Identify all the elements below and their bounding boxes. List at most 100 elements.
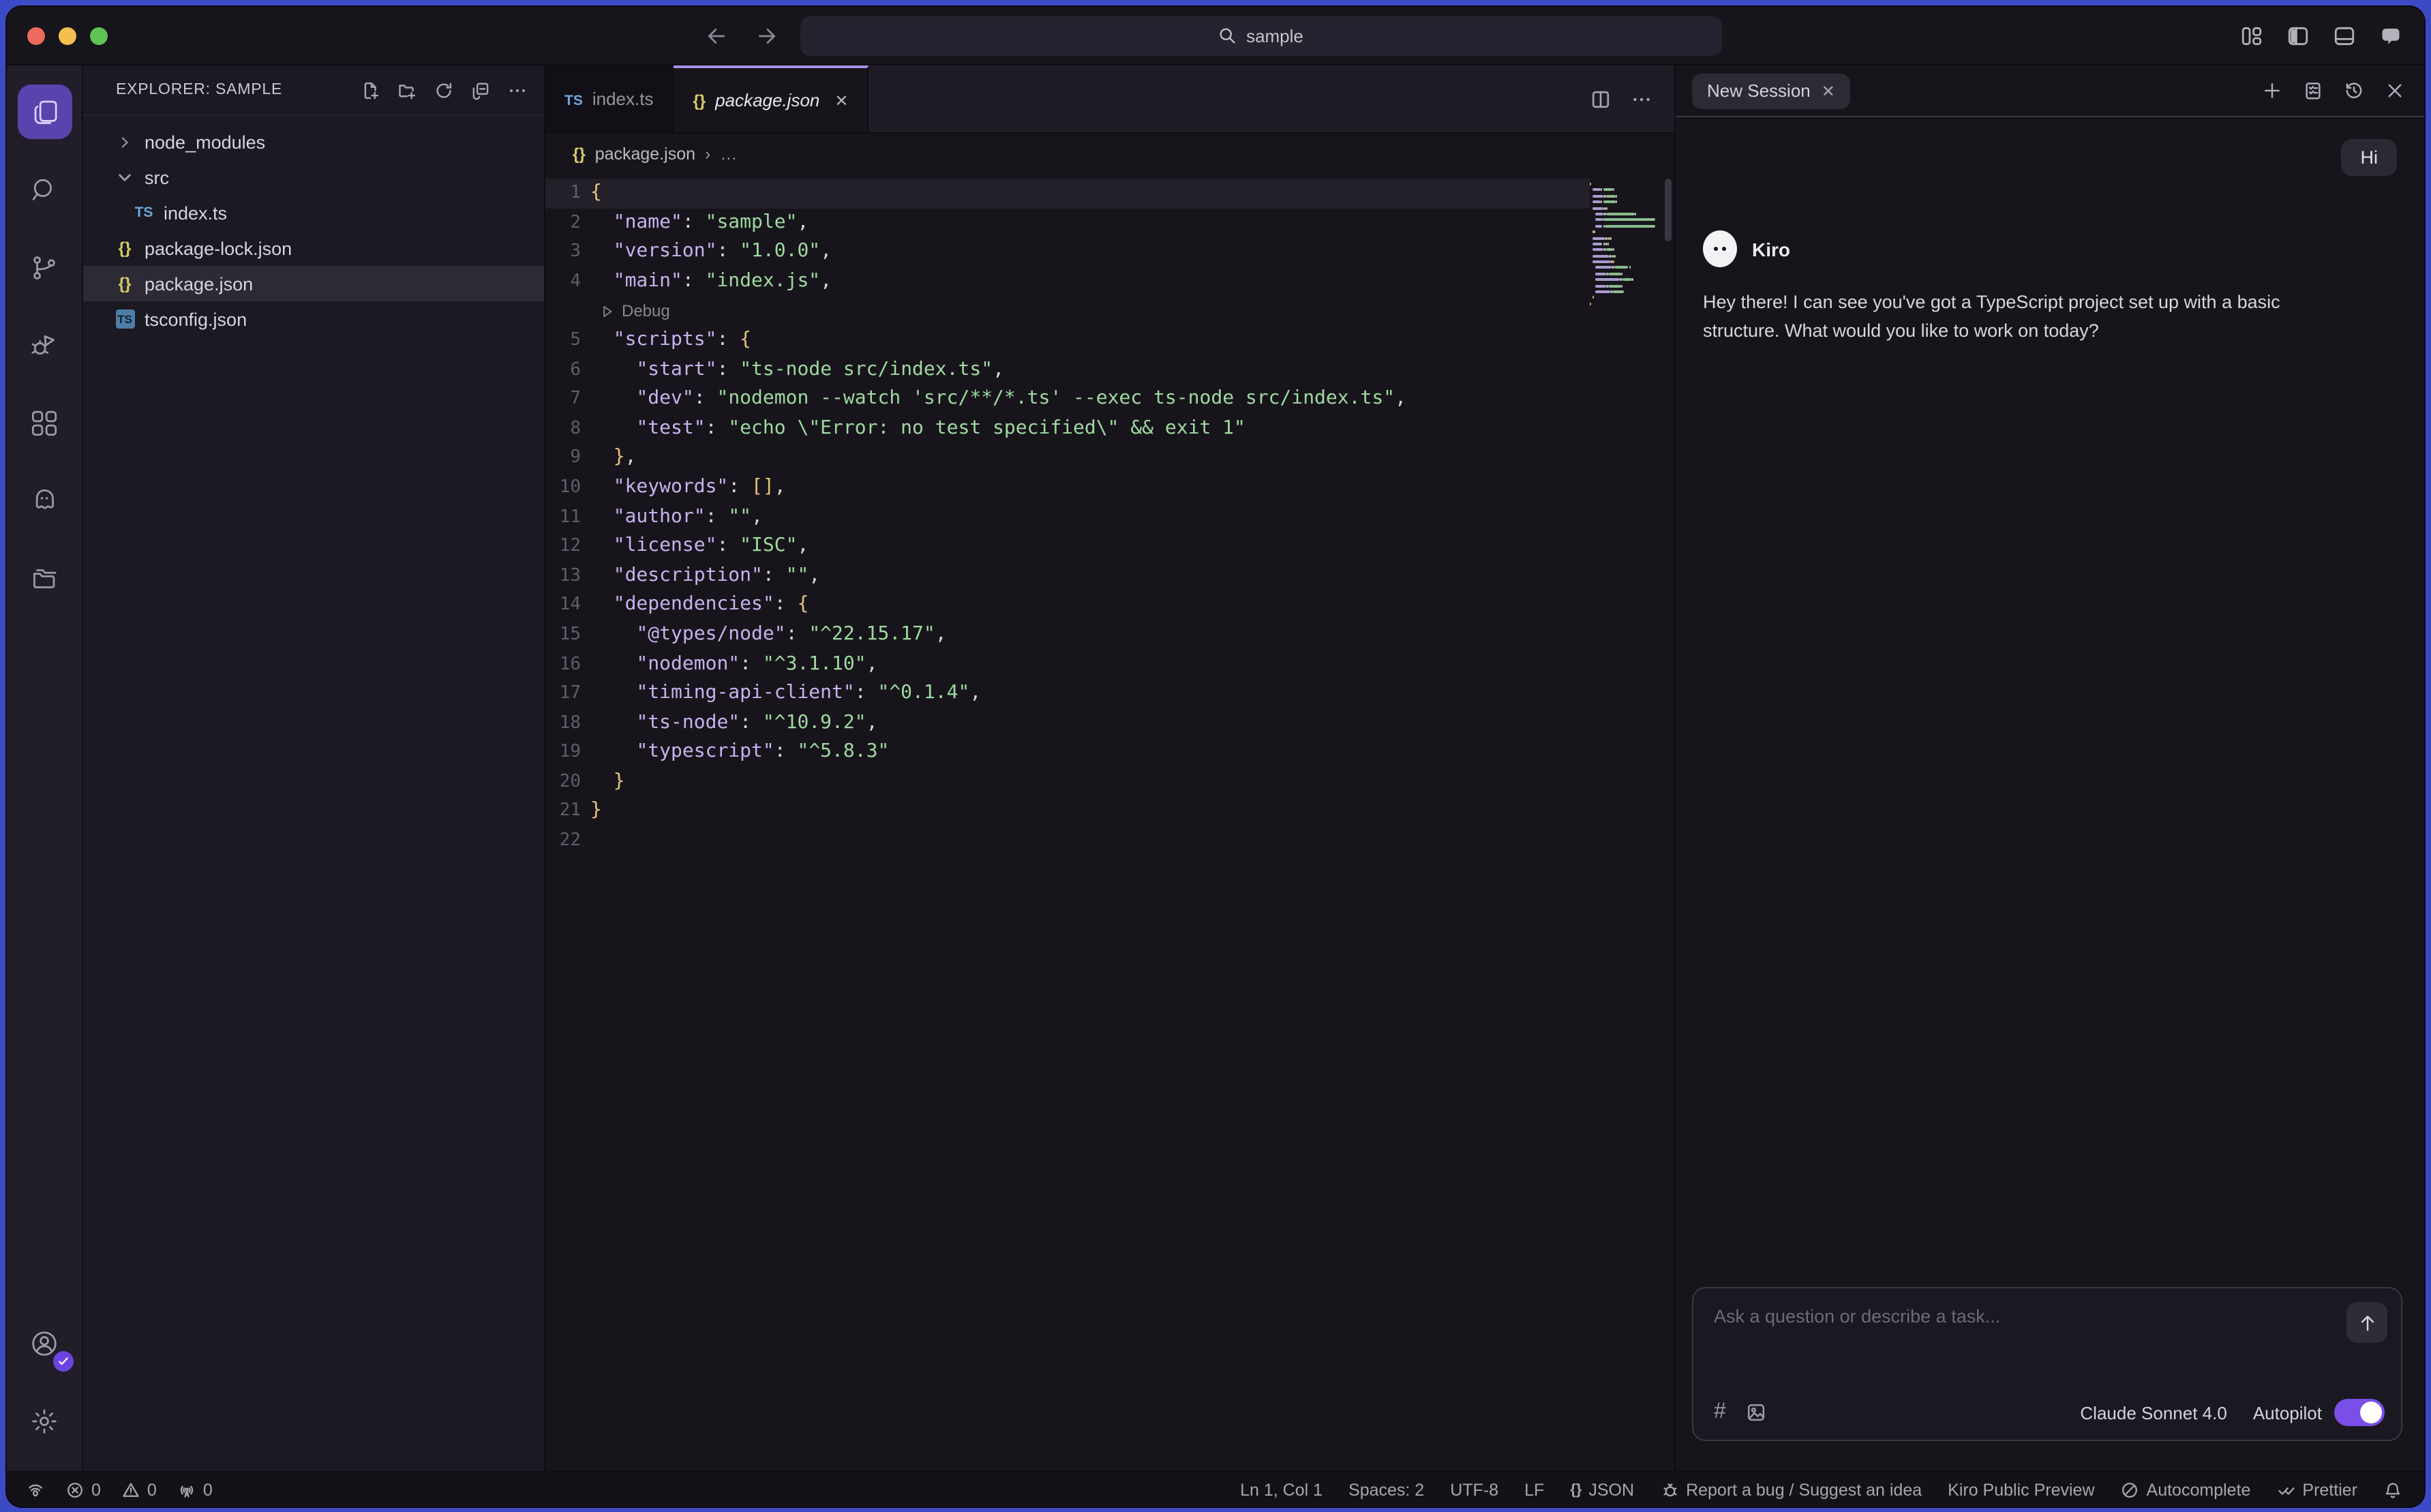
file-tree-item-package-lock.json[interactable]: {}package-lock.json xyxy=(83,230,544,266)
codelens-debug[interactable]: Debug xyxy=(545,297,1674,326)
code-line-7[interactable]: 7 "dev": "nodemon --watch 'src/**/*.ts' … xyxy=(545,384,1674,414)
status-item-autocomplete[interactable]: Autocomplete xyxy=(2121,1480,2251,1499)
code-line-11[interactable]: 11 "author": "", xyxy=(545,502,1674,532)
status-item-0[interactable]: 0 xyxy=(65,1480,101,1499)
assistant-header: Kiro xyxy=(1703,230,2397,267)
file-tree-item-tsconfig.json[interactable]: TStsconfig.json xyxy=(83,301,544,337)
editor-scrollbar[interactable] xyxy=(1665,179,1672,241)
code-line-5[interactable]: 5 "scripts": { xyxy=(545,326,1674,355)
code-line-3[interactable]: 3 "version": "1.0.0", xyxy=(545,237,1674,267)
history-icon[interactable] xyxy=(2344,80,2364,101)
code-editor[interactable]: 1{2 "name": "sample",3 "version": "1.0.0… xyxy=(545,173,1674,1471)
status-item-prettier[interactable]: Prettier xyxy=(2276,1480,2357,1499)
status-label: LF xyxy=(1524,1480,1544,1499)
tab-close-icon[interactable]: ✕ xyxy=(834,91,848,110)
editor-tab-package.json[interactable]: {}package.json✕ xyxy=(674,65,869,132)
line-number: 17 xyxy=(545,679,581,708)
code-line-20[interactable]: 20 } xyxy=(545,768,1674,797)
session-tab[interactable]: New Session ✕ xyxy=(1692,73,1850,108)
more-icon[interactable] xyxy=(507,80,528,100)
activity-item-kiro-chat[interactable] xyxy=(17,473,72,528)
code-line-8[interactable]: 8 "test": "echo \"Error: no test specifi… xyxy=(545,414,1674,444)
status-label: JSON xyxy=(1588,1480,1634,1499)
plus-icon[interactable] xyxy=(2262,80,2282,101)
status-item-bell[interactable] xyxy=(2383,1480,2402,1499)
line-number: 14 xyxy=(545,591,581,620)
line-number: 22 xyxy=(545,826,581,856)
context-hash-icon[interactable]: # xyxy=(1714,1400,1726,1425)
activity-item-folders[interactable] xyxy=(17,551,72,605)
command-center-search[interactable]: sample xyxy=(800,16,1721,55)
activity-item-explorer[interactable] xyxy=(17,85,72,139)
activity-item-source-control[interactable] xyxy=(17,240,72,294)
code-line-17[interactable]: 17 "timing-api-client": "^0.1.4", xyxy=(545,679,1674,708)
back-arrow-icon[interactable] xyxy=(705,24,728,47)
send-button[interactable] xyxy=(2346,1302,2387,1343)
status-item-utf-8[interactable]: UTF-8 xyxy=(1450,1480,1498,1499)
file-tree-item-package.json[interactable]: {}package.json xyxy=(83,266,544,301)
autopilot-toggle[interactable] xyxy=(2334,1399,2385,1426)
status-item-remote-indicator[interactable] xyxy=(26,1480,45,1499)
line-text: "dev": "nodemon --watch 'src/**/*.ts' --… xyxy=(581,384,1406,414)
file-tree-item-index.ts[interactable]: TSindex.ts xyxy=(83,195,544,230)
close-icon[interactable] xyxy=(2385,80,2405,101)
chat-panel-header: New Session ✕ xyxy=(1676,65,2424,117)
activity-item-run-debug[interactable] xyxy=(17,318,72,372)
chat-input[interactable]: Ask a question or describe a task... # C… xyxy=(1692,1287,2402,1441)
breadcrumb-more[interactable]: … xyxy=(720,144,737,163)
new-folder-icon[interactable] xyxy=(397,80,417,100)
status-item-0[interactable]: 0 xyxy=(177,1480,213,1499)
code-line-10[interactable]: 10 "keywords": [], xyxy=(545,473,1674,502)
new-file-icon[interactable] xyxy=(360,80,380,100)
status-item-lf[interactable]: LF xyxy=(1524,1480,1544,1499)
code-line-9[interactable]: 9 }, xyxy=(545,444,1674,473)
minimize-window-button[interactable] xyxy=(59,27,76,44)
code-line-2[interactable]: 2 "name": "sample", xyxy=(545,208,1674,237)
session-close-icon[interactable]: ✕ xyxy=(1822,81,1835,100)
status-item-spaces-2[interactable]: Spaces: 2 xyxy=(1348,1480,1424,1499)
activity-item-search[interactable] xyxy=(17,162,72,217)
breadcrumb[interactable]: {} package.json › … xyxy=(545,134,1674,173)
more-actions-icon[interactable] xyxy=(1631,88,1652,110)
split-editor-icon[interactable] xyxy=(1590,88,1612,110)
code-line-22[interactable]: 22 xyxy=(545,826,1674,856)
code-line-15[interactable]: 15 "@types/node": "^22.15.17", xyxy=(545,620,1674,650)
status-item-ln-1-col-1[interactable]: Ln 1, Col 1 xyxy=(1240,1480,1323,1499)
account-check-badge-icon xyxy=(52,1351,73,1372)
maximize-window-button[interactable] xyxy=(90,27,108,44)
model-selector[interactable]: Claude Sonnet 4.0 xyxy=(2080,1402,2233,1423)
activity-item-settings[interactable] xyxy=(17,1393,72,1448)
task-list-icon[interactable] xyxy=(2303,80,2323,101)
status-item-kiro-public-preview[interactable]: Kiro Public Preview xyxy=(1948,1480,2094,1499)
collapse-all-icon[interactable] xyxy=(470,80,491,100)
code-line-12[interactable]: 12 "license": "ISC", xyxy=(545,532,1674,561)
file-tree-item-src[interactable]: src xyxy=(83,160,544,195)
code-line-19[interactable]: 19 "typescript": "^5.8.3" xyxy=(545,738,1674,768)
line-text: } xyxy=(581,797,602,826)
code-line-6[interactable]: 6 "start": "ts-node src/index.ts", xyxy=(545,355,1674,384)
image-attach-icon[interactable] xyxy=(1745,1402,1767,1423)
minimap[interactable] xyxy=(1590,181,1655,313)
code-line-14[interactable]: 14 "dependencies": { xyxy=(545,591,1674,620)
editor-tab-index.ts[interactable]: TSindex.ts xyxy=(545,65,674,132)
status-item-json[interactable]: {}JSON xyxy=(1570,1480,1634,1499)
code-line-4[interactable]: 4 "main": "index.js", xyxy=(545,267,1674,297)
layout-grid-icon[interactable] xyxy=(2240,24,2263,47)
forward-arrow-icon[interactable] xyxy=(755,24,779,47)
activity-item-account[interactable] xyxy=(17,1316,72,1370)
activity-item-extensions[interactable] xyxy=(17,395,72,450)
chat-bubble-icon[interactable] xyxy=(2379,24,2402,47)
code-line-13[interactable]: 13 "description": "", xyxy=(545,561,1674,590)
panel-left-icon[interactable] xyxy=(2286,24,2310,47)
panel-bottom-icon[interactable] xyxy=(2333,24,2356,47)
code-line-21[interactable]: 21} xyxy=(545,797,1674,826)
code-line-1[interactable]: 1{ xyxy=(545,179,1590,208)
breadcrumb-file[interactable]: package.json xyxy=(595,144,695,163)
code-line-18[interactable]: 18 "ts-node": "^10.9.2", xyxy=(545,708,1674,738)
refresh-icon[interactable] xyxy=(434,80,454,100)
status-item-report-a-bug-suggest-an-idea[interactable]: Report a bug / Suggest an idea xyxy=(1660,1480,1922,1499)
code-line-16[interactable]: 16 "nodemon": "^3.1.10", xyxy=(545,650,1674,679)
close-window-button[interactable] xyxy=(27,27,45,44)
file-tree-item-node_modules[interactable]: node_modules xyxy=(83,124,544,160)
status-item-0[interactable]: 0 xyxy=(121,1480,157,1499)
